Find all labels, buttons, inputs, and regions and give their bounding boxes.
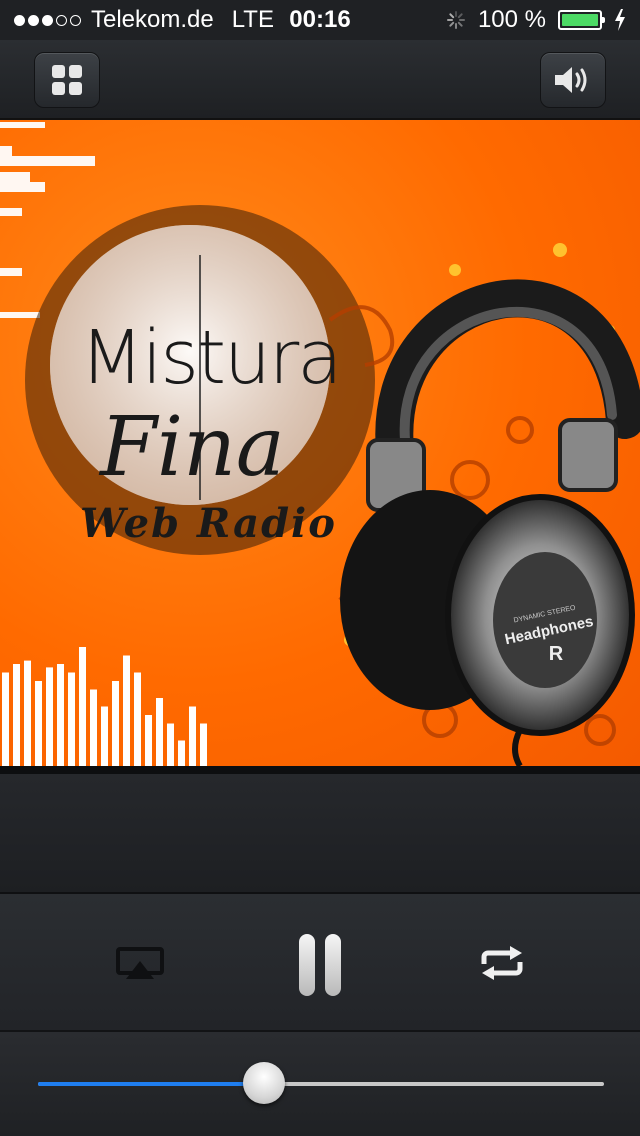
- speaker-icon: [555, 67, 587, 93]
- equalizer-bar: [134, 672, 141, 766]
- battery-percent: 100 %: [477, 6, 546, 33]
- repeat-button[interactable]: [472, 942, 532, 984]
- headphone-side: R: [549, 643, 564, 665]
- equalizer-bar: [24, 660, 31, 766]
- activity-spinner-icon: [446, 10, 466, 30]
- equalizer-bar: [178, 740, 185, 766]
- equalizer-bar: [35, 681, 42, 766]
- equalizer-bar: [112, 681, 119, 766]
- equalizer-bar: [145, 715, 152, 766]
- artwork-divider: [0, 766, 640, 774]
- status-bar: Telekom.de LTE 00:16 100 %: [0, 0, 640, 40]
- equalizer-bars: [2, 647, 207, 766]
- pause-button[interactable]: [290, 932, 350, 998]
- volume-button[interactable]: [540, 52, 606, 108]
- volume-slider[interactable]: [38, 1062, 604, 1104]
- equalizer-bar: [156, 698, 163, 766]
- track-info-area: [0, 774, 640, 894]
- equalizer-bar: [167, 723, 174, 766]
- equalizer-bar: [123, 655, 130, 766]
- artwork-graphics: Headphones R DYNAMIC STEREO: [0, 122, 640, 766]
- equalizer-bar: [68, 672, 75, 766]
- equalizer-bar: [200, 723, 207, 766]
- headphones-illustration: Headphones R DYNAMIC STEREO: [340, 279, 640, 766]
- charging-bolt-icon: [615, 9, 625, 31]
- menu-button[interactable]: [34, 52, 100, 108]
- pause-icon: [294, 934, 346, 996]
- repeat-icon: [481, 946, 523, 980]
- equalizer-bar: [79, 647, 86, 766]
- volume-slider-thumb[interactable]: [243, 1062, 286, 1104]
- volume-slider-area: [0, 1032, 640, 1136]
- equalizer-bar: [101, 706, 108, 766]
- airplay-button[interactable]: [110, 944, 170, 984]
- playback-controls: [0, 894, 640, 1032]
- grid-icon: [52, 65, 82, 95]
- battery-level: [562, 14, 598, 26]
- top-toolbar: [0, 40, 640, 120]
- station-artwork: Headphones R DYNAMIC STEREO Mistura Fina…: [0, 120, 640, 766]
- equalizer-bar: [2, 672, 9, 766]
- equalizer-bar: [46, 667, 53, 766]
- volume-slider-fill: [38, 1082, 265, 1086]
- equalizer-bar: [57, 664, 64, 766]
- logo-line-2: Fina: [100, 400, 285, 495]
- airplay-icon: [116, 947, 164, 979]
- logo-line-1: Mistura: [80, 315, 343, 401]
- battery-icon: [558, 10, 605, 30]
- equalizer-bar: [189, 706, 196, 766]
- logo-line-3: Web Radio: [80, 500, 337, 547]
- equalizer-bar: [90, 689, 97, 766]
- equalizer-bar: [13, 664, 20, 766]
